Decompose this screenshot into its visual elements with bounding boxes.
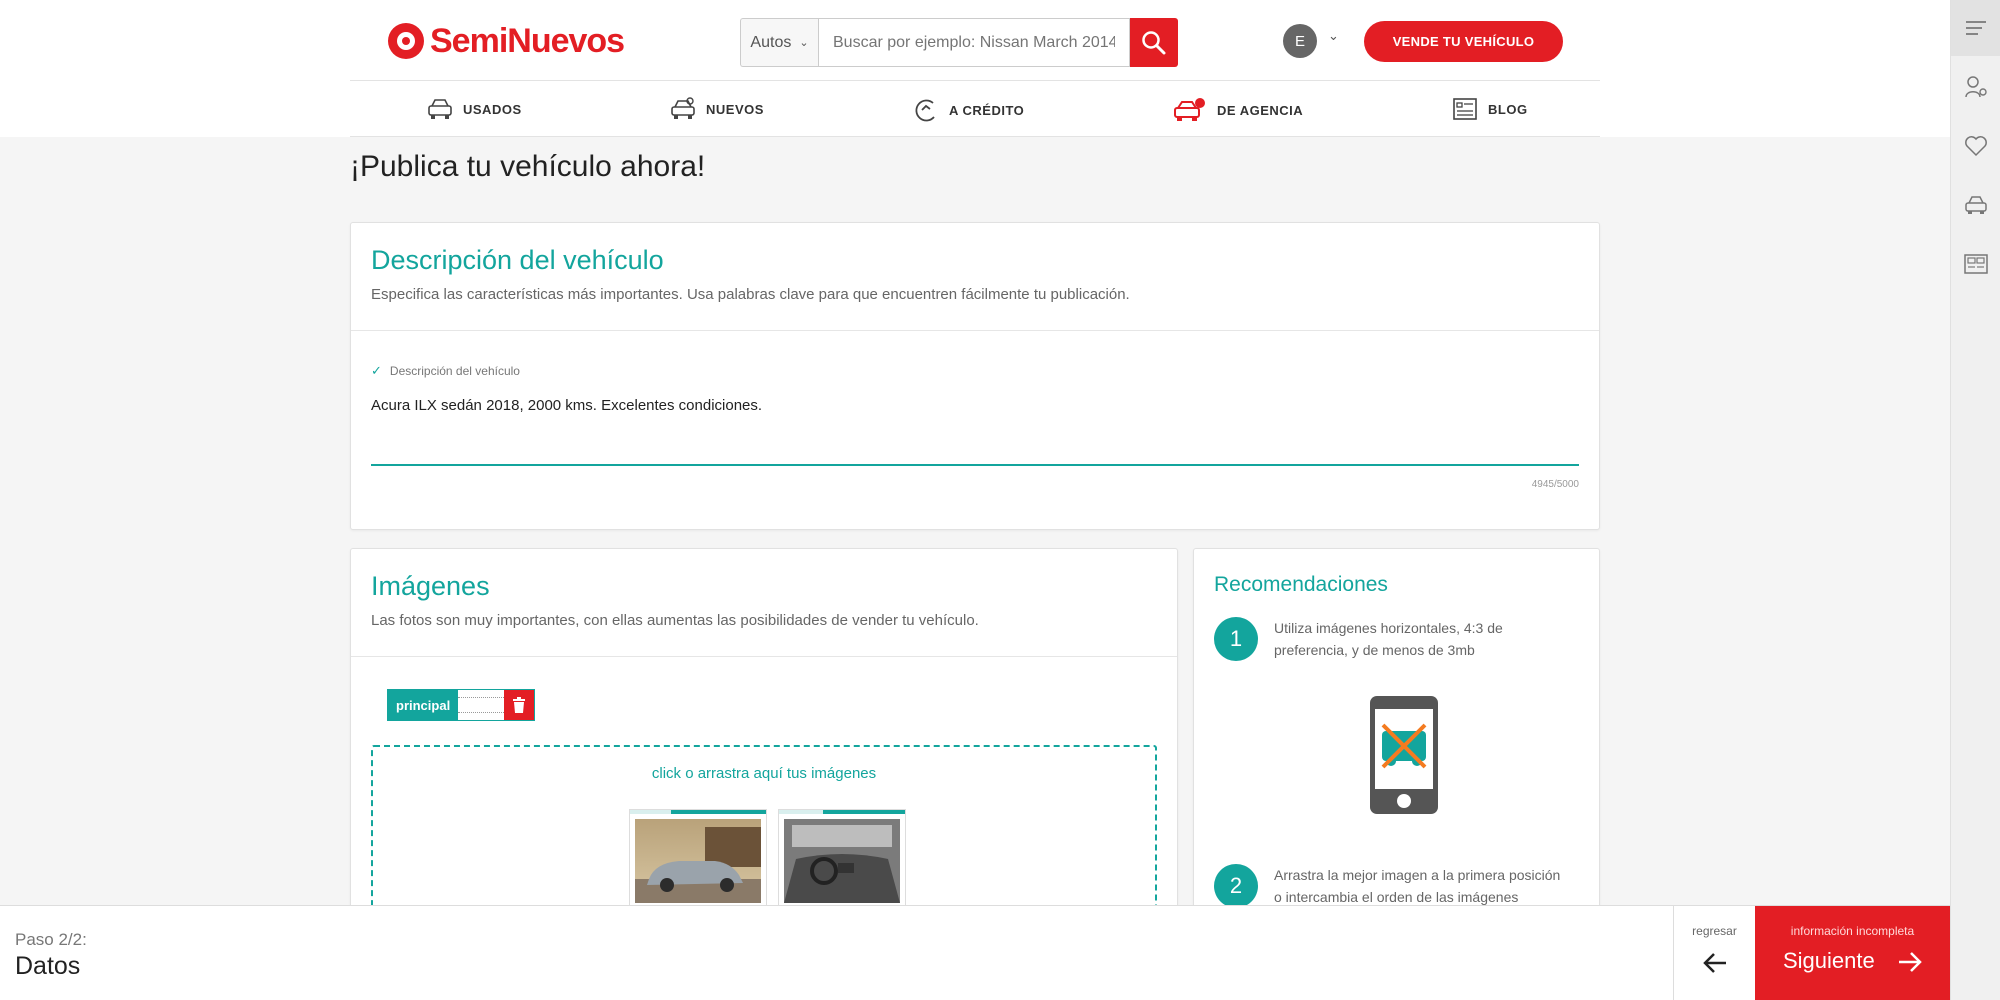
recommendation-text: Utiliza imágenes horizontales, 4:3 de pr…: [1274, 620, 1503, 658]
nav-item-nuevos[interactable]: NUEVOS: [670, 97, 764, 121]
back-label: regresar: [1692, 924, 1737, 938]
trash-icon: [513, 697, 526, 713]
upload-progress: [630, 810, 766, 814]
arrow-right-icon: [1899, 952, 1922, 972]
character-counter: 4945/5000: [1531, 479, 1579, 490]
description-card: Descripción del vehículo Especifica las …: [350, 222, 1600, 530]
description-underline: [371, 464, 1579, 466]
car-icon: [428, 99, 452, 119]
nav-label: NUEVOS: [706, 101, 764, 117]
description-header: Descripción del vehículo Especifica las …: [351, 223, 1599, 303]
car-icon: [1965, 196, 1987, 214]
nav-item-usados[interactable]: USADOS: [427, 97, 522, 121]
step-name: Datos: [15, 952, 81, 980]
heart-icon: [1965, 136, 1987, 157]
search-bar: Autos ⌄: [740, 18, 1178, 67]
drag-handle[interactable]: [458, 697, 505, 713]
main-image-slot[interactable]: principal: [387, 689, 536, 721]
header: SemiNuevos Autos ⌄ E ⌄ VENDE TU VEHÍCULO…: [0, 0, 1950, 137]
description-subtitle: Especifica las características más impor…: [371, 286, 1130, 303]
search-button[interactable]: [1130, 18, 1178, 67]
nav-label: A CRÉDITO: [949, 102, 1025, 118]
logo-text: SemiNuevos: [430, 21, 625, 60]
logo-icon: [388, 23, 424, 59]
dropzone-text: click o arrastra aquí tus imágenes: [651, 765, 877, 782]
nav-item-blog[interactable]: BLOG: [1452, 97, 1528, 121]
avatar[interactable]: E: [1283, 24, 1317, 58]
search-category-select[interactable]: Autos ⌄: [740, 18, 818, 67]
back-button[interactable]: regresar: [1673, 906, 1755, 1000]
images-card: Imágenes Las fotos son muy importantes, …: [350, 548, 1178, 948]
recommendation-item: 1 Utiliza imágenes horizontales, 4:3 de …: [1214, 617, 1564, 661]
upload-progress: [779, 810, 905, 814]
description-textarea[interactable]: Acura ILX sedán 2018, 2000 kms. Excelent…: [371, 397, 762, 414]
recommendations-title: Recomendaciones: [1214, 573, 1388, 596]
account-icon: [1965, 76, 1987, 98]
rail-vehicles-button[interactable]: [1951, 177, 2000, 233]
rail-favorites-button[interactable]: [1951, 118, 2000, 174]
images-header: Imágenes Las fotos son muy importantes, …: [351, 549, 1177, 629]
main-image-label: principal: [388, 690, 459, 720]
description-field-label: ✓ Descripción del vehículo: [371, 363, 520, 379]
chevron-down-icon: ⌄: [799, 37, 809, 49]
nav-label: USADOS: [463, 101, 522, 117]
main-nav: USADOS NUEVOS A CRÉDITO DE AGENCIA BLOG: [350, 80, 1600, 137]
new-car-icon: [671, 97, 695, 119]
search-icon: [1142, 30, 1166, 54]
rail-account-button[interactable]: [1951, 59, 2000, 115]
logo[interactable]: SemiNuevos: [388, 20, 625, 62]
description-field-label-text: Descripción del vehículo: [389, 364, 520, 378]
next-status: información incompleta: [1790, 924, 1915, 938]
search-input[interactable]: [818, 18, 1130, 67]
arrow-left-icon: [1702, 953, 1726, 973]
step-footer: Paso 2/2: Datos regresar información inc…: [0, 905, 1950, 1000]
delete-image-button[interactable]: [504, 690, 535, 720]
recommendation-text: Arrastra la mejor imagen a la primera po…: [1274, 867, 1561, 905]
page-title: ¡Publica tu vehículo ahora!: [350, 150, 706, 183]
compare-icon: [1964, 254, 1988, 274]
divider: [351, 656, 1177, 657]
search-category-value: Autos: [750, 33, 792, 51]
recommendations-card: Recomendaciones 1 Utiliza imágenes horiz…: [1193, 548, 1600, 948]
description-title: Descripción del vehículo: [371, 245, 664, 275]
image-thumbnail[interactable]: [778, 809, 906, 919]
rail-menu-button[interactable]: [1951, 0, 2000, 56]
recommendation-item: 2 Arrastra la mejor imagen a la primera …: [1214, 864, 1564, 908]
nav-item-credito[interactable]: A CRÉDITO: [913, 97, 1024, 123]
image-thumbnail[interactable]: [629, 809, 767, 919]
next-label: Siguiente: [1783, 948, 1875, 973]
menu-icon: [1966, 21, 1986, 35]
recommendation-number: 1: [1214, 617, 1258, 661]
next-button[interactable]: información incompleta Siguiente: [1755, 906, 1950, 1000]
phone-orientation-icon: [1370, 696, 1438, 814]
images-title: Imágenes: [371, 571, 490, 601]
interior-photo: [784, 819, 900, 903]
agency-car-icon: [1174, 98, 1205, 121]
blog-icon: [1453, 98, 1477, 120]
nav-item-agencia[interactable]: DE AGENCIA: [1173, 97, 1303, 123]
nav-label: DE AGENCIA: [1217, 102, 1304, 118]
images-subtitle: Las fotos son muy importantes, con ellas…: [371, 612, 979, 629]
chevron-down-icon[interactable]: ⌄: [1328, 28, 1339, 44]
right-rail: [1950, 0, 2000, 1000]
sell-vehicle-button[interactable]: VENDE TU VEHÍCULO: [1364, 21, 1563, 62]
step-label: Paso 2/2:: [15, 930, 87, 949]
divider: [351, 330, 1599, 331]
header-inner: SemiNuevos Autos ⌄ E ⌄ VENDE TU VEHÍCULO…: [350, 0, 1600, 137]
recommendation-number: 2: [1214, 864, 1258, 908]
credit-icon: [915, 99, 935, 122]
rail-compare-button[interactable]: [1951, 236, 2000, 292]
check-icon: ✓: [371, 363, 382, 378]
car-photo: [635, 819, 761, 903]
nav-label: BLOG: [1488, 101, 1528, 117]
